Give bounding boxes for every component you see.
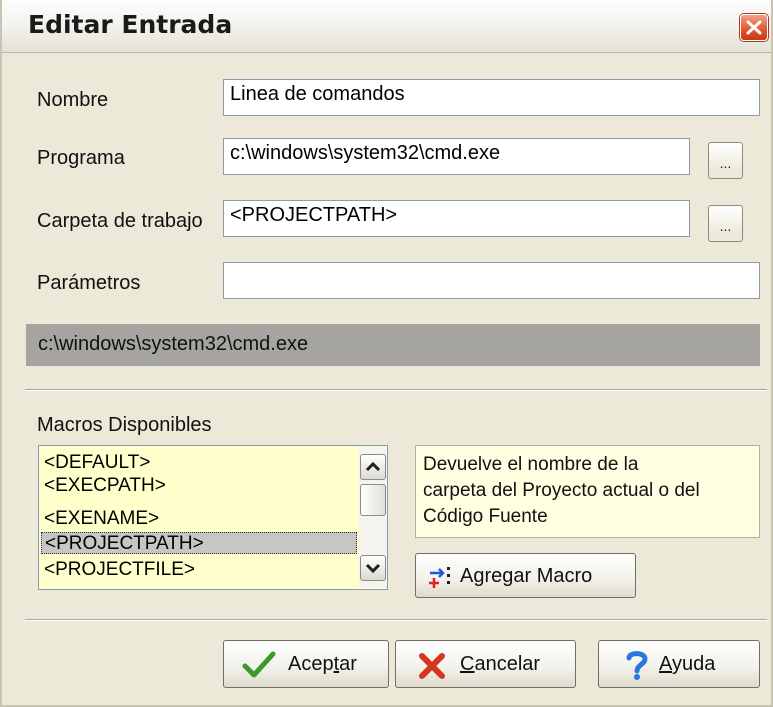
add-macro-icon (429, 567, 450, 588)
cross-icon (419, 653, 445, 679)
close-button[interactable] (740, 14, 768, 41)
question-icon (626, 651, 648, 680)
divider-bottom (25, 619, 767, 621)
scroll-down-button[interactable] (360, 555, 386, 581)
nombre-input[interactable]: Linea de comandos (223, 79, 760, 116)
macro-item-execpath[interactable]: <EXECPATH> (41, 475, 357, 497)
add-macro-button[interactable]: Agregar Macro (415, 553, 636, 598)
chevron-down-icon (365, 563, 381, 574)
close-icon (746, 20, 762, 35)
macro-item-projectfile[interactable]: <PROJECTFILE> (41, 559, 357, 581)
macro-description-line-2: carpeta del Proyecto actual o del (423, 480, 700, 501)
carpeta-browse-button[interactable]: ... (708, 205, 743, 242)
carpeta-label: Carpeta de trabajo (37, 210, 203, 232)
macro-description-line-3: Código Fuente (423, 506, 548, 527)
macro-item-projectpath[interactable]: <PROJECTPATH> (41, 532, 357, 554)
macro-item-exename[interactable]: <EXENAME> (41, 508, 357, 530)
title-bar[interactable]: Editar Entrada (2, 0, 771, 53)
command-preview: c:\windows\system32\cmd.exe (26, 324, 760, 366)
help-label: Ayuda (659, 653, 716, 675)
accept-button[interactable]: Aceptar (223, 640, 389, 688)
macros-listbox[interactable]: <DEFAULT> <EXECPATH> <EXENAME> <PROJECTP… (38, 445, 388, 590)
divider-top (25, 389, 767, 391)
cancel-button[interactable]: Cancelar (395, 640, 576, 688)
scroll-thumb[interactable] (360, 484, 386, 516)
add-macro-label: Agregar Macro (460, 565, 593, 587)
macro-description-line-1: Devuelve el nombre de la (423, 454, 639, 475)
chevron-up-icon (365, 461, 381, 472)
help-button[interactable]: Ayuda (598, 640, 760, 688)
programa-input[interactable]: c:\windows\system32\cmd.exe (223, 138, 690, 175)
scroll-up-button[interactable] (360, 454, 386, 480)
macro-description: Devuelve el nombre de la carpeta del Pro… (415, 445, 760, 538)
dialog-title: Editar Entrada (28, 10, 233, 39)
nombre-label: Nombre (37, 89, 109, 111)
macro-item-default[interactable]: <DEFAULT> (41, 452, 357, 474)
cancel-label: Cancelar (460, 653, 541, 675)
programa-label: Programa (37, 147, 125, 169)
parametros-input[interactable] (223, 262, 760, 299)
carpeta-input[interactable]: <PROJECTPATH> (223, 200, 690, 237)
checkmark-icon (242, 651, 276, 678)
accept-label: Aceptar (288, 653, 357, 675)
edit-entry-dialog: Editar Entrada Nombre Linea de comandos … (0, 0, 773, 707)
macros-scrollbar[interactable] (359, 447, 387, 588)
macros-label: Macros Disponibles (37, 414, 212, 436)
parametros-label: Parámetros (37, 272, 141, 294)
programa-browse-button[interactable]: ... (708, 142, 743, 179)
